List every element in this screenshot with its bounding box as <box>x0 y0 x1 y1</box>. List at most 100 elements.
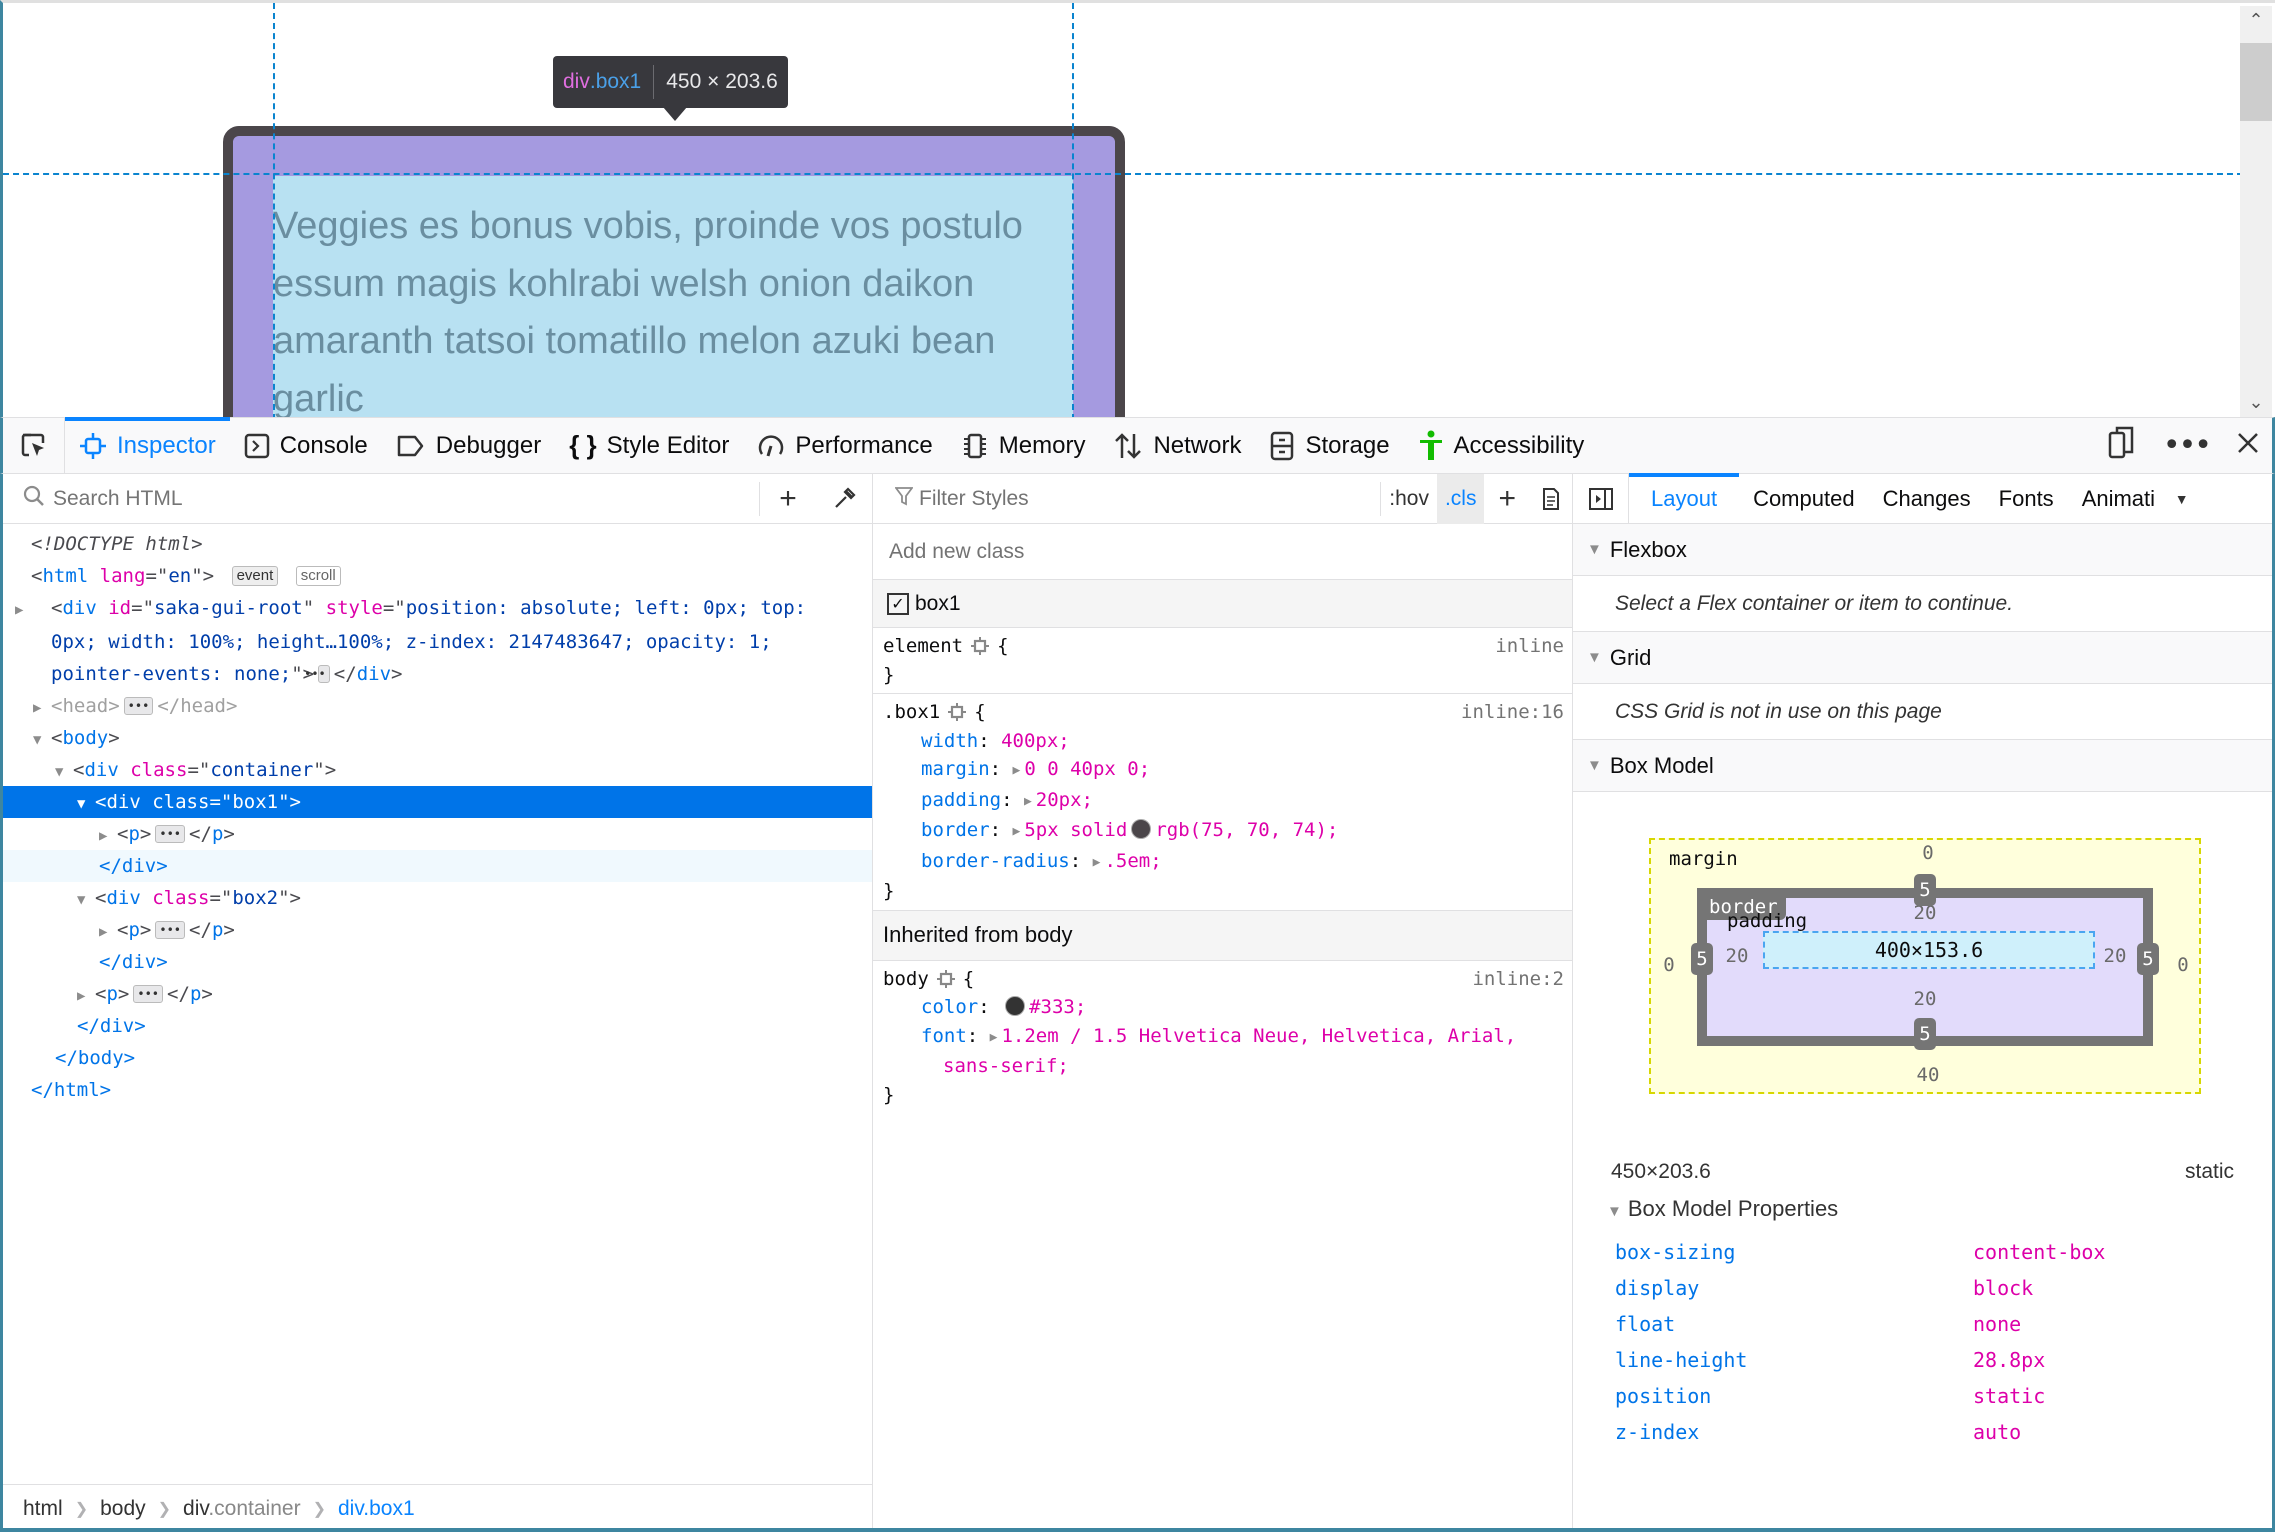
tab-memory[interactable]: Memory <box>947 418 1100 474</box>
tree-node-body[interactable]: ▼ <body> <box>3 722 872 754</box>
tree-node-box1-selected[interactable]: ▼ <div class="box1"> <box>3 786 872 818</box>
tree-node-p[interactable]: ▶ <p> ••• </p> <box>3 978 872 1010</box>
box-model-content[interactable]: 400×153.6 <box>1763 931 2095 969</box>
declaration-padding[interactable]: padding: ▶ 20px; <box>883 786 1566 817</box>
collapsed-children-button[interactable]: ••• <box>133 985 164 1003</box>
expand-arrow-icon[interactable]: ▶ <box>1024 788 1032 817</box>
highlighted-box1[interactable]: Veggies es bonus vobis, proinde vos post… <box>223 126 1125 417</box>
border-left-value[interactable]: 5 <box>1691 943 1713 975</box>
expand-arrow-icon[interactable]: ▶ <box>990 1024 998 1053</box>
tab-console[interactable]: Console <box>230 418 382 474</box>
cls-toggle[interactable]: .cls <box>1436 473 1485 524</box>
border-right-value[interactable]: 5 <box>2137 943 2159 975</box>
tab-accessibility[interactable]: Accessibility <box>1404 418 1599 474</box>
search-html-input[interactable] <box>53 486 759 511</box>
color-swatch[interactable] <box>1005 996 1026 1016</box>
expand-arrow-icon[interactable]: ▶ <box>1013 757 1021 786</box>
box-model-properties-header[interactable]: ▼ Box Model Properties <box>1607 1196 1838 1222</box>
expand-arrow-icon[interactable]: ▶ <box>1013 818 1021 847</box>
declaration-font[interactable]: font: ▶ 1.2em / 1.5 Helvetica Neue, Helve… <box>883 1022 1566 1053</box>
tree-node-doctype[interactable]: <!DOCTYPE html> <box>3 528 872 560</box>
declaration-border-radius[interactable]: border-radius: ▶ .5em; <box>883 847 1566 878</box>
color-swatch[interactable] <box>1131 819 1152 839</box>
tab-fonts[interactable]: Fonts <box>1985 474 2068 524</box>
tree-node-body-close[interactable]: </body> <box>3 1042 872 1074</box>
expand-arrow-icon[interactable]: ▶ <box>99 820 117 852</box>
responsive-design-mode-icon[interactable] <box>2107 425 2137 466</box>
node-highlight-icon[interactable] <box>936 968 955 988</box>
rule-source[interactable]: inline:16 <box>1461 698 1564 727</box>
close-devtools-icon[interactable] <box>2236 429 2260 462</box>
collapsed-children-button[interactable]: ••• <box>155 825 186 843</box>
scroll-down-icon[interactable]: ⌄ <box>2240 388 2272 417</box>
padding-bottom-value[interactable]: 20 <box>1907 988 1943 1010</box>
box-model-border[interactable]: border padding 20 20 20 20 400×153.6 5 5… <box>1691 874 2159 1050</box>
padding-right-value[interactable]: 20 <box>2099 945 2131 967</box>
tree-node-p[interactable]: ▶ <p> ••• </p> <box>3 914 872 946</box>
border-bottom-value[interactable]: 5 <box>1914 1018 1936 1050</box>
tree-node-p[interactable]: ▶ <p> ••• </p> <box>3 818 872 850</box>
add-rule-button[interactable]: + <box>1484 474 1530 524</box>
tab-computed[interactable]: Computed <box>1739 474 1869 524</box>
tab-inspector[interactable]: Inspector <box>65 416 230 474</box>
scroll-up-icon[interactable]: ⌃ <box>2240 6 2272 36</box>
scroll-badge[interactable]: scroll <box>295 566 341 586</box>
expand-arrow-icon[interactable]: ▶ <box>77 980 95 1012</box>
breadcrumb-item-container[interactable]: div.container <box>183 1497 301 1521</box>
margin-bottom-value[interactable]: 40 <box>1913 1064 1943 1086</box>
hov-toggle[interactable]: :hov <box>1381 474 1437 524</box>
tree-node-container[interactable]: ▼ <div class="container"> <box>3 754 872 786</box>
tab-debugger[interactable]: Debugger <box>382 418 555 474</box>
add-new-class-input[interactable]: Add new class <box>873 524 1572 580</box>
tab-layout[interactable]: Layout <box>1629 472 1740 524</box>
tree-node-box2-close[interactable]: </div> <box>3 946 872 978</box>
padding-left-value[interactable]: 20 <box>1721 945 1753 967</box>
declaration-width[interactable]: width: 400px; <box>883 727 1566 756</box>
box-model-header[interactable]: ▼ Box Model <box>1573 740 2272 792</box>
grid-header[interactable]: ▼ Grid <box>1573 632 2272 684</box>
tab-style-editor[interactable]: { } Style Editor <box>555 418 743 474</box>
declaration-border[interactable]: border: ▶ 5px solid rgb(75, 70, 74); <box>883 816 1566 847</box>
event-badge[interactable]: event <box>231 566 279 586</box>
flexbox-header[interactable]: ▼ Flexbox <box>1573 524 2272 576</box>
breadcrumb-item-body[interactable]: body <box>100 1497 146 1521</box>
page-scrollbar[interactable]: ⌃ ⌄ <box>2240 6 2272 417</box>
border-top-value[interactable]: 5 <box>1914 874 1936 906</box>
node-highlight-icon[interactable] <box>971 635 990 655</box>
tab-storage[interactable]: Storage <box>1255 418 1403 474</box>
declaration-margin[interactable]: margin: ▶ 0 0 40px 0; <box>883 755 1566 786</box>
add-node-button[interactable]: + <box>760 474 816 524</box>
declaration-color[interactable]: color: #333; <box>883 993 1566 1022</box>
tree-node-box1-close[interactable]: </div> <box>3 850 872 882</box>
margin-left-value[interactable]: 0 <box>1659 954 1679 976</box>
element-picker-button[interactable] <box>3 417 65 474</box>
tree-node-container-close[interactable]: </div> <box>3 1010 872 1042</box>
tab-network[interactable]: Network <box>1099 418 1255 474</box>
collapse-arrow-icon[interactable]: ▼ <box>55 756 73 788</box>
tab-changes[interactable]: Changes <box>1869 474 1985 524</box>
collapse-arrow-icon[interactable]: ▼ <box>33 724 51 756</box>
collapse-arrow-icon[interactable]: ▼ <box>77 884 95 916</box>
class-checkbox[interactable]: ✓ <box>887 592 909 615</box>
rule-source[interactable]: inline:2 <box>1472 965 1564 994</box>
margin-top-value[interactable]: 0 <box>1913 842 1943 864</box>
tab-animations[interactable]: Animati <box>2068 474 2173 524</box>
eyedropper-button[interactable] <box>816 474 872 524</box>
margin-right-value[interactable]: 0 <box>2173 954 2193 976</box>
tabs-overflow-chevron-icon[interactable]: ▼ <box>2175 491 2189 507</box>
collapsed-children-button[interactable]: ••• <box>155 921 186 939</box>
tree-node-saka-root[interactable]: ▶ <div id="saka-gui-root" style="position… <box>3 592 872 690</box>
tree-node-html[interactable]: <html lang="en"> event scroll <box>3 560 872 592</box>
tree-node-html-close[interactable]: </html> <box>3 1074 872 1106</box>
collapse-arrow-icon[interactable]: ▼ <box>77 788 95 820</box>
print-simulation-button[interactable] <box>1530 474 1572 524</box>
node-highlight-icon[interactable] <box>948 701 967 721</box>
expand-arrow-icon[interactable]: ▶ <box>33 692 51 724</box>
box-model-margin[interactable]: margin 0 40 0 0 border padding 20 20 20 … <box>1649 838 2201 1094</box>
expand-arrow-icon[interactable]: ▶ <box>99 916 117 948</box>
more-options-icon[interactable]: ••• <box>2163 428 2212 463</box>
breadcrumb-item-box1[interactable]: div.box1 <box>338 1497 415 1521</box>
expand-arrow-icon[interactable]: ▶ <box>1093 849 1101 878</box>
expand-arrow-icon[interactable]: ▶ <box>15 594 51 626</box>
filter-styles-input[interactable]: Filter Styles <box>919 487 1380 511</box>
